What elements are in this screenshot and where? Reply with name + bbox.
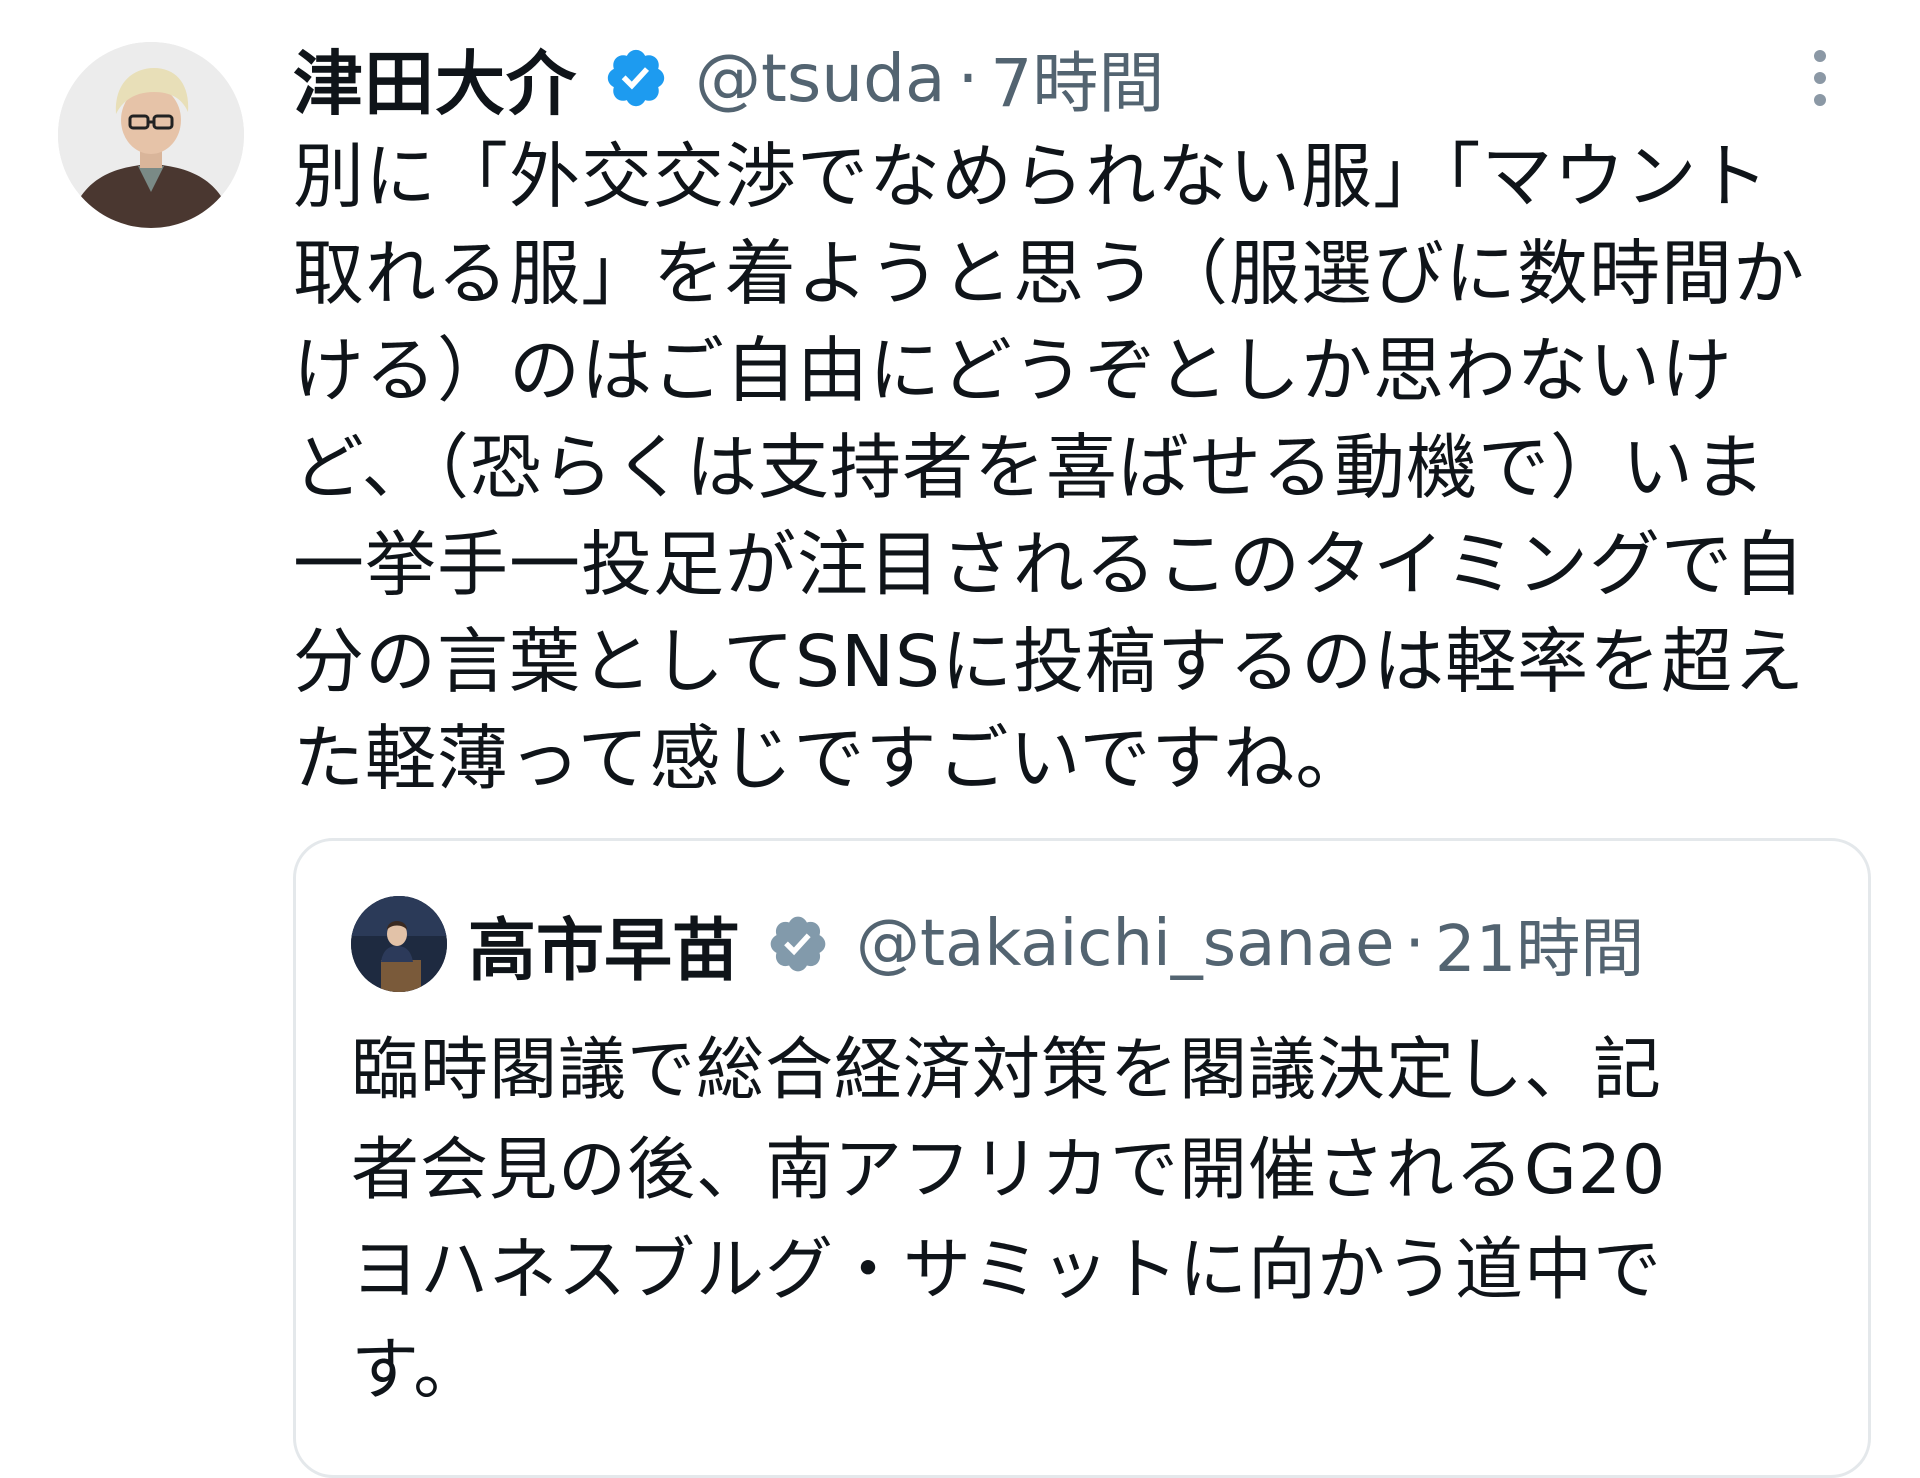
tweet-body-line: た軽薄って感じですごいですね。 <box>293 717 1368 800</box>
tweet-body-line: 別に「外交交渉でなめられない服」「マウント <box>293 135 1770 218</box>
quoted-author-display-name[interactable]: 高市早苗 <box>468 895 740 994</box>
quoted-tweet-header: 高市早苗 @takaichi_sanae · 21時間 <box>468 896 1644 992</box>
quoted-author-handle[interactable]: @takaichi_sanae <box>856 907 1395 981</box>
verified-badge-icon[interactable] <box>603 45 669 111</box>
tweet-body: 別に「外交交渉でなめられない服」「マウント 取れる服」を着ようと思う（服選びに数… <box>293 128 1893 807</box>
quoted-tweet-body: 臨時閣議で総合経済対策を閣議決定し、記 者会見の後、南アフリカで開催されるG20… <box>351 1021 1831 1421</box>
quoted-header-separator: · <box>1404 907 1425 981</box>
quoted-avatar-photo-icon <box>351 896 447 992</box>
tweet-body-line: ど、（恐らくは支持者を喜ばせる動機で）いま <box>293 426 1766 509</box>
author-avatar[interactable] <box>58 42 244 228</box>
header-separator: · <box>957 39 979 117</box>
quoted-body-line: 者会見の後、南アフリカで開催されるG20 <box>351 1131 1667 1210</box>
quoted-body-line: 臨時閣議で総合経済対策を閣議決定し、記 <box>351 1031 1663 1110</box>
quoted-body-line: ヨハネスブルグ・サミットに向かう道中で <box>351 1231 1663 1310</box>
gray-verified-badge-icon[interactable] <box>766 912 830 976</box>
tweet-timestamp[interactable]: 7時間 <box>990 30 1164 126</box>
tweet-header: 津田大介 @tsuda · 7時間 <box>293 28 1164 128</box>
tweet-card[interactable]: 津田大介 @tsuda · 7時間 別に「外交交渉でなめられない服」「マウント … <box>0 0 1920 1478</box>
tweet-body-line: 分の言葉としてSNSに投稿するのは軽率を超え <box>293 620 1806 703</box>
quoted-body-line: す。 <box>351 1331 483 1410</box>
quoted-tweet-timestamp[interactable]: 21時間 <box>1435 898 1644 990</box>
quoted-author-avatar[interactable] <box>351 896 447 992</box>
author-handle[interactable]: @tsuda <box>695 40 945 117</box>
more-options-icon[interactable] <box>1808 48 1832 108</box>
author-display-name[interactable]: 津田大介 <box>293 28 577 129</box>
tweet-body-line: 一挙手一投足が注目されるこのタイミングで自 <box>293 523 1806 606</box>
tweet-body-line: 取れる服」を着ようと思う（服選びに数時間か <box>293 232 1806 315</box>
quoted-tweet-card[interactable]: 高市早苗 @takaichi_sanae · 21時間 臨時閣議で総合経済対策を… <box>293 838 1871 1478</box>
avatar-photo-icon <box>58 42 244 228</box>
tweet-body-line: ける）のはご自由にどうぞとしか思わないけ <box>293 329 1734 412</box>
